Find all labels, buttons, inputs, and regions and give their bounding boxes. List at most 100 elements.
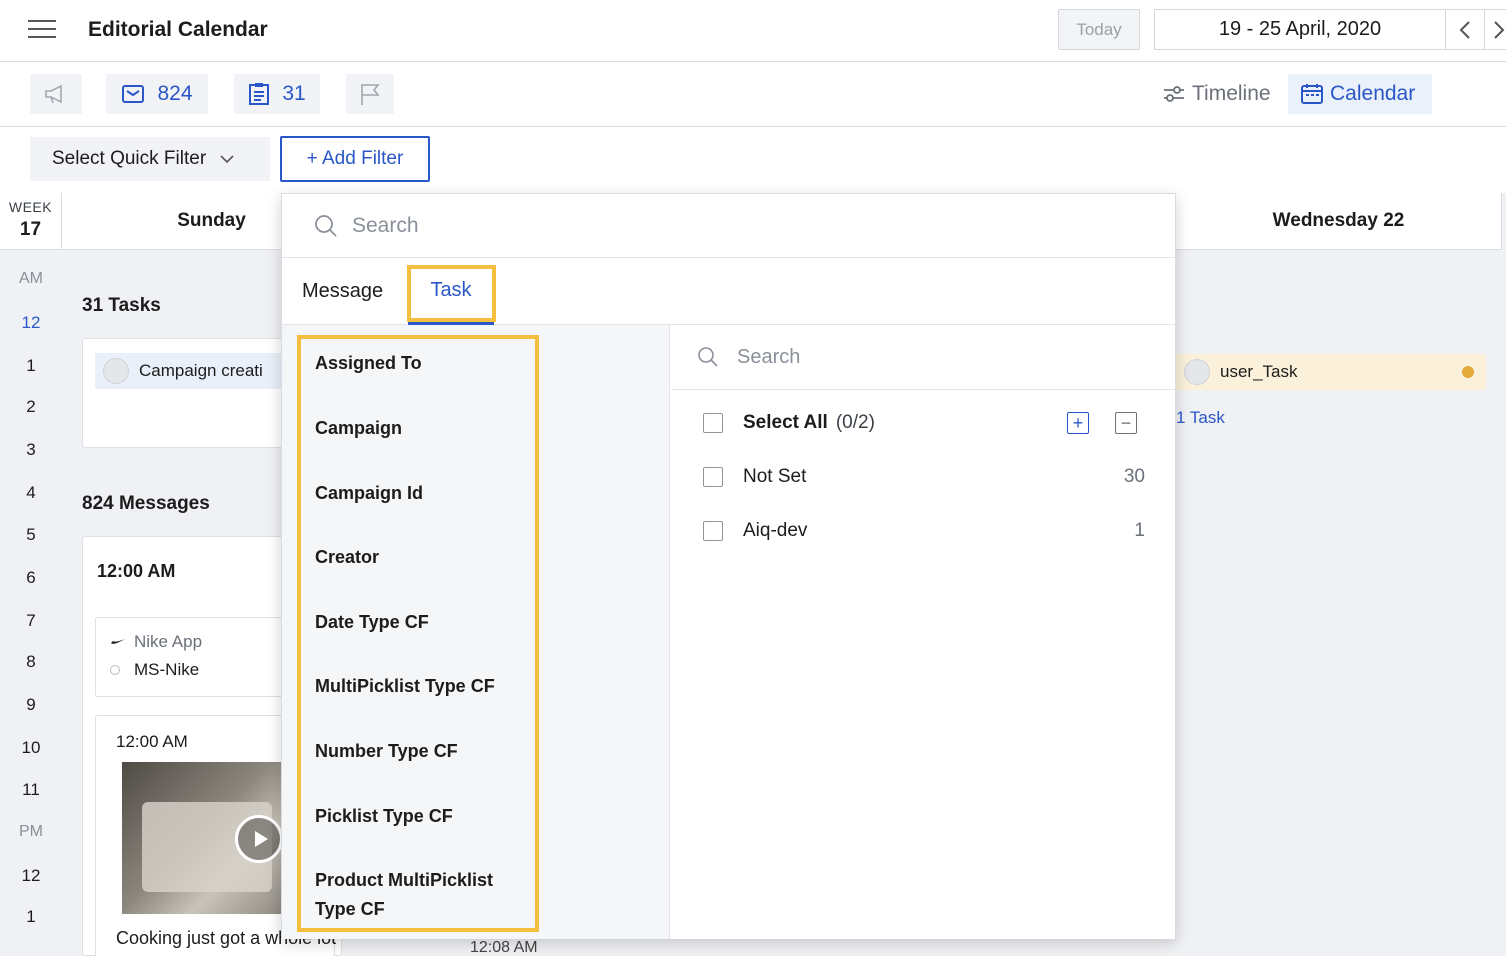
option-row[interactable]: Not Set 30 (703, 462, 1145, 492)
calendar-view-button[interactable]: Calendar (1288, 74, 1432, 114)
collapse-minus-icon[interactable]: − (1115, 412, 1137, 434)
hour-label: 3 (26, 440, 36, 459)
today-button[interactable]: Today (1058, 9, 1140, 50)
chevron-down-icon (220, 155, 234, 164)
field-item[interactable]: Product MultiPicklist Type CF (315, 866, 525, 924)
week-header: WEEK 17 (0, 193, 62, 250)
play-icon[interactable] (235, 815, 283, 863)
field-item[interactable]: Campaign Id (315, 479, 525, 508)
hour-label: 1 (26, 356, 36, 375)
field-item[interactable]: Campaign (315, 414, 525, 443)
status-dot-icon (1462, 366, 1474, 378)
menu-icon[interactable] (28, 20, 56, 40)
filter-search-input[interactable]: Search (352, 214, 419, 238)
timeline-label: Timeline (1192, 82, 1271, 105)
clipboard-icon (249, 83, 270, 105)
filter-search-bar[interactable]: Search (282, 194, 1175, 258)
filter-row: Select Quick Filter + Add Filter (0, 127, 1506, 193)
hour-label: 12 (21, 866, 41, 885)
hour-label: 2 (26, 397, 36, 416)
search-icon (698, 347, 718, 367)
milestone-button[interactable] (346, 74, 394, 114)
post-app-name: Nike App (134, 632, 203, 651)
next-time-label: 12:08 AM (470, 939, 538, 956)
week-number: 17 (19, 219, 42, 240)
add-filter-button[interactable]: + Add Filter (280, 136, 430, 182)
hour-label: 5 (26, 525, 36, 544)
timeline-view-button[interactable]: Timeline (1162, 74, 1271, 114)
post-account-row: MS-Nike (110, 660, 199, 680)
tasks-section-title: 31 Tasks (82, 295, 161, 316)
tasks-count: 31 (282, 82, 306, 105)
campaign-button[interactable] (30, 74, 82, 114)
day-header-wednesday[interactable]: Wednesday 22 (1176, 193, 1502, 250)
task-count-link[interactable]: 1 Task (1176, 408, 1225, 428)
filter-field-list: Assigned To Campaign Campaign Id Creator… (282, 325, 670, 939)
field-item[interactable]: Picklist Type CF (315, 802, 525, 831)
avatar (1184, 359, 1210, 385)
option-count: 30 (1123, 466, 1145, 487)
values-search-input[interactable]: Search (737, 346, 800, 369)
am-label: AM (19, 270, 43, 287)
week-label: WEEK (8, 199, 53, 215)
quick-filter-label: Select Quick Filter (52, 148, 207, 169)
flag-icon (361, 84, 380, 105)
nike-icon (111, 639, 125, 644)
expand-plus-icon[interactable]: + (1067, 412, 1089, 434)
values-search-bar[interactable]: Search (671, 325, 1175, 390)
hour-label: 7 (26, 611, 36, 630)
option-label: Aiq-dev (743, 520, 808, 541)
status-circle-icon (110, 665, 120, 675)
hour-label: 12 (21, 313, 41, 332)
next-week-button[interactable] (1485, 9, 1506, 50)
field-item[interactable]: Assigned To (315, 349, 525, 378)
messages-button[interactable]: 824 (106, 74, 208, 114)
option-count: 1 (1134, 520, 1145, 541)
option-checkbox[interactable] (703, 467, 723, 487)
field-item[interactable]: MultiPicklist Type CF (315, 672, 525, 701)
select-all-checkbox[interactable] (703, 413, 723, 433)
hour-label: 4 (26, 483, 36, 502)
quick-filter-dropdown[interactable]: Select Quick Filter (30, 137, 270, 181)
task-chip-label: user_Task (1220, 362, 1298, 381)
filter-values-panel: Search Select All (0/2) + − Not Set 30 A… (671, 325, 1175, 939)
field-item[interactable]: Number Type CF (315, 737, 525, 766)
envelope-icon (122, 85, 145, 103)
post-time: 12:00 AM (116, 732, 188, 751)
calendar-icon (1301, 84, 1323, 104)
hour-label: 6 (26, 568, 36, 587)
messages-count: 824 (157, 82, 193, 105)
hour-label: 10 (21, 738, 41, 757)
sliders-icon (1164, 86, 1184, 102)
option-checkbox[interactable] (703, 521, 723, 541)
tab-task[interactable]: Task (408, 258, 494, 325)
filter-tabs: Message Task (282, 258, 1175, 325)
toolbar: 824 31 Timeline Calendar (0, 62, 1506, 127)
hour-label: 1 (26, 907, 36, 926)
chevron-left-icon (1459, 20, 1470, 39)
add-filter-dropdown: Search Message Task Assigned To Campaign… (281, 193, 1176, 939)
chevron-right-icon (1494, 20, 1505, 39)
megaphone-icon (45, 84, 62, 104)
messages-section-title: 824 Messages (82, 493, 210, 514)
option-row[interactable]: Aiq-dev 1 (703, 516, 1145, 546)
pm-label: PM (19, 823, 43, 840)
select-all-count: (0/2) (835, 412, 875, 433)
field-item[interactable]: Creator (315, 543, 525, 572)
field-item[interactable]: Date Type CF (315, 608, 525, 637)
hour-label: 11 (22, 780, 40, 799)
day-column-wednesday: user_Task 1 Task (1176, 250, 1502, 956)
previous-week-button[interactable] (1445, 9, 1485, 50)
time-slot-label: 12:00 AM (97, 561, 176, 581)
app-header: Editorial Calendar Today 19 - 25 April, … (0, 0, 1506, 62)
task-chip[interactable]: user_Task (1176, 354, 1486, 390)
date-range-display[interactable]: 19 - 25 April, 2020 (1154, 9, 1446, 50)
calendar-label: Calendar (1330, 82, 1416, 105)
search-icon (315, 214, 337, 237)
tasks-button[interactable]: 31 (234, 74, 320, 114)
avatar (103, 358, 129, 384)
hour-label: 8 (26, 652, 36, 671)
page-title: Editorial Calendar (88, 18, 268, 41)
tab-message[interactable]: Message (302, 258, 383, 325)
hour-label: 9 (26, 695, 36, 714)
